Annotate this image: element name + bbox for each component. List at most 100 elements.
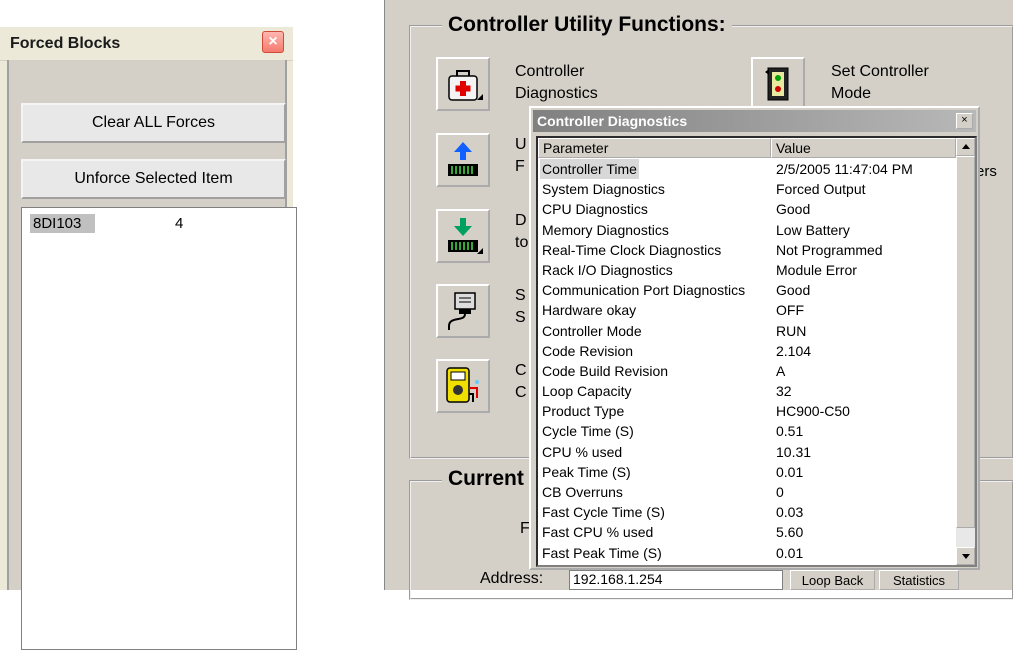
table-row[interactable]: Loop Capacity 32 xyxy=(538,381,956,401)
row-parameter: Fast Cycle Time (S) xyxy=(542,504,665,521)
download-label-line1: D xyxy=(515,212,527,229)
table-row[interactable]: CB Overruns 0 xyxy=(538,482,956,502)
medical-bag-icon xyxy=(448,70,483,101)
close-icon[interactable]: × xyxy=(262,31,284,53)
upload-label-line1: U xyxy=(515,136,527,153)
forced-blocks-list[interactable]: 8DI103 4 xyxy=(21,207,297,650)
table-row[interactable]: Real-Time Clock Diagnostics Not Programme… xyxy=(538,240,956,260)
row-parameter: CPU Diagnostics xyxy=(542,201,648,218)
row-value: Good xyxy=(776,201,811,218)
meter-icon xyxy=(446,367,479,403)
row-value: 5.60 xyxy=(776,524,804,541)
clear-all-forces-button[interactable]: Clear ALL Forces xyxy=(21,103,286,143)
row-value: RUN xyxy=(776,322,807,339)
address-combobox[interactable]: 192.168.1.254 xyxy=(569,570,783,590)
dialog-titlebar[interactable]: Controller Diagnostics × xyxy=(533,110,976,132)
utility-group-title: Controller Utility Functions: xyxy=(442,13,732,37)
row-value: OFF xyxy=(776,302,804,319)
row-value: 32 xyxy=(776,383,792,400)
forced-block-name: 8DI103 xyxy=(30,214,96,233)
scroll-thumb[interactable] xyxy=(956,156,975,528)
vertical-scrollbar[interactable] xyxy=(956,138,975,565)
set-controller-mode-button[interactable] xyxy=(751,57,805,111)
current-group-title: Current xyxy=(442,467,530,491)
list-header: Parameter Value xyxy=(538,138,956,158)
row-value: 0.01 xyxy=(776,463,804,480)
table-row[interactable]: Fast CPU % used 5.60 xyxy=(538,522,956,542)
set-mode-label-line2: Mode xyxy=(831,85,872,102)
serial-setup-button[interactable] xyxy=(436,284,490,338)
row-value: 0.01 xyxy=(776,544,804,561)
scroll-down-button[interactable] xyxy=(956,547,975,565)
close-icon[interactable]: × xyxy=(956,113,973,129)
row-parameter: Rack I/O Diagnostics xyxy=(542,261,673,278)
table-row[interactable]: Product Type HC900-C50 xyxy=(538,401,956,421)
down-arrow-icon xyxy=(962,554,970,559)
row-parameter: Hardware okay xyxy=(542,302,637,319)
column-header-value[interactable]: Value xyxy=(771,138,956,158)
loop-back-button[interactable]: Loop Back xyxy=(790,570,875,590)
forced-blocks-title: Forced Blocks xyxy=(10,35,121,52)
row-parameter: Code Revision xyxy=(542,342,634,359)
row-parameter: System Diagnostics xyxy=(542,181,665,198)
scroll-up-button[interactable] xyxy=(956,138,975,156)
download-label-line2: to xyxy=(515,234,529,251)
row-value: Module Error xyxy=(776,261,857,278)
table-row[interactable]: CPU Diagnostics Good xyxy=(538,199,956,219)
column-header-parameter[interactable]: Parameter xyxy=(538,138,771,158)
forced-blocks-panel: Clear ALL Forces Unforce Selected Item 8… xyxy=(7,60,297,650)
unforce-selected-item-button[interactable]: Unforce Selected Item xyxy=(21,159,286,199)
calibration-button[interactable] xyxy=(436,359,490,413)
statistics-button[interactable]: Statistics xyxy=(879,570,959,590)
table-row[interactable]: CPU % used 10.31 xyxy=(538,442,956,462)
row-parameter: Real-Time Clock Diagnostics xyxy=(542,241,722,258)
table-row[interactable]: Controller Time 2/5/2005 11:47:04 PM xyxy=(538,159,956,179)
diagnostics-rows: Controller Time 2/5/2005 11:47:04 PM Syst… xyxy=(538,159,956,563)
forced-blocks-titlebar[interactable]: Forced Blocks × xyxy=(0,27,293,61)
serial-label-line2: S xyxy=(515,309,526,326)
upload-button[interactable] xyxy=(436,133,490,187)
table-row[interactable]: Rack I/O Diagnostics Module Error xyxy=(538,260,956,280)
forced-blocks-window: Forced Blocks × Clear ALL Forces Unforce… xyxy=(0,27,297,650)
row-parameter: CB Overruns xyxy=(542,484,623,500)
table-row[interactable]: Memory Diagnostics Low Battery xyxy=(538,220,956,240)
row-value: 0 xyxy=(776,484,784,500)
row-value: 10.31 xyxy=(776,443,812,460)
controller-diagnostics-button[interactable] xyxy=(436,57,490,111)
calibration-label-line2: C xyxy=(515,384,527,401)
row-parameter: Loop Capacity xyxy=(542,383,632,400)
row-value: 2/5/2005 11:47:04 PM xyxy=(776,161,913,177)
row-value: Good xyxy=(776,282,811,299)
table-row[interactable]: System Diagnostics Forced Output xyxy=(538,179,956,199)
download-button[interactable] xyxy=(436,209,490,263)
table-row[interactable]: Code Build Revision A xyxy=(538,361,956,381)
row-parameter: Product Type xyxy=(542,403,625,420)
diagnostics-label-line2: Diagnostics xyxy=(515,85,598,102)
set-mode-icon xyxy=(765,67,789,101)
row-parameter: Memory Diagnostics xyxy=(542,221,669,238)
row-value: Low Battery xyxy=(776,221,850,238)
upload-label-line2: F xyxy=(515,158,525,175)
row-parameter: CPU % used xyxy=(542,443,623,460)
row-parameter: Fast Peak Time (S) xyxy=(542,544,662,561)
row-value: A xyxy=(776,362,786,379)
row-parameter: Communication Port Diagnostics xyxy=(542,282,746,299)
table-row[interactable]: Fast Cycle Time (S) 0.03 xyxy=(538,502,956,522)
row-parameter: Peak Time (S) xyxy=(542,463,631,480)
serial-label-line1: S xyxy=(515,287,526,304)
table-row[interactable]: Fast Peak Time (S) 0.01 xyxy=(538,543,956,563)
row-parameter: Controller Mode xyxy=(542,322,642,339)
table-row[interactable]: Cycle Time (S) 0.51 xyxy=(538,421,956,441)
address-label: Address: xyxy=(480,570,544,587)
table-row[interactable]: Peak Time (S) 0.01 xyxy=(538,462,956,482)
forced-block-value: 4 xyxy=(175,215,184,232)
row-parameter: Cycle Time (S) xyxy=(542,423,634,440)
controller-diagnostics-dialog: Controller Diagnostics × Parameter Value… xyxy=(529,106,980,570)
table-row[interactable]: Communication Port Diagnostics Good xyxy=(538,280,956,300)
diagnostics-list[interactable]: Parameter Value Controller Time 2/5/2005 … xyxy=(536,136,977,567)
table-row[interactable]: Code Revision 2.104 xyxy=(538,341,956,361)
diagnostics-label-line1: Controller xyxy=(515,63,585,80)
table-row[interactable]: Hardware okay OFF xyxy=(538,300,956,320)
table-row[interactable]: Controller Mode RUN xyxy=(538,321,956,341)
set-mode-label-line1: Set Controller xyxy=(831,63,929,80)
